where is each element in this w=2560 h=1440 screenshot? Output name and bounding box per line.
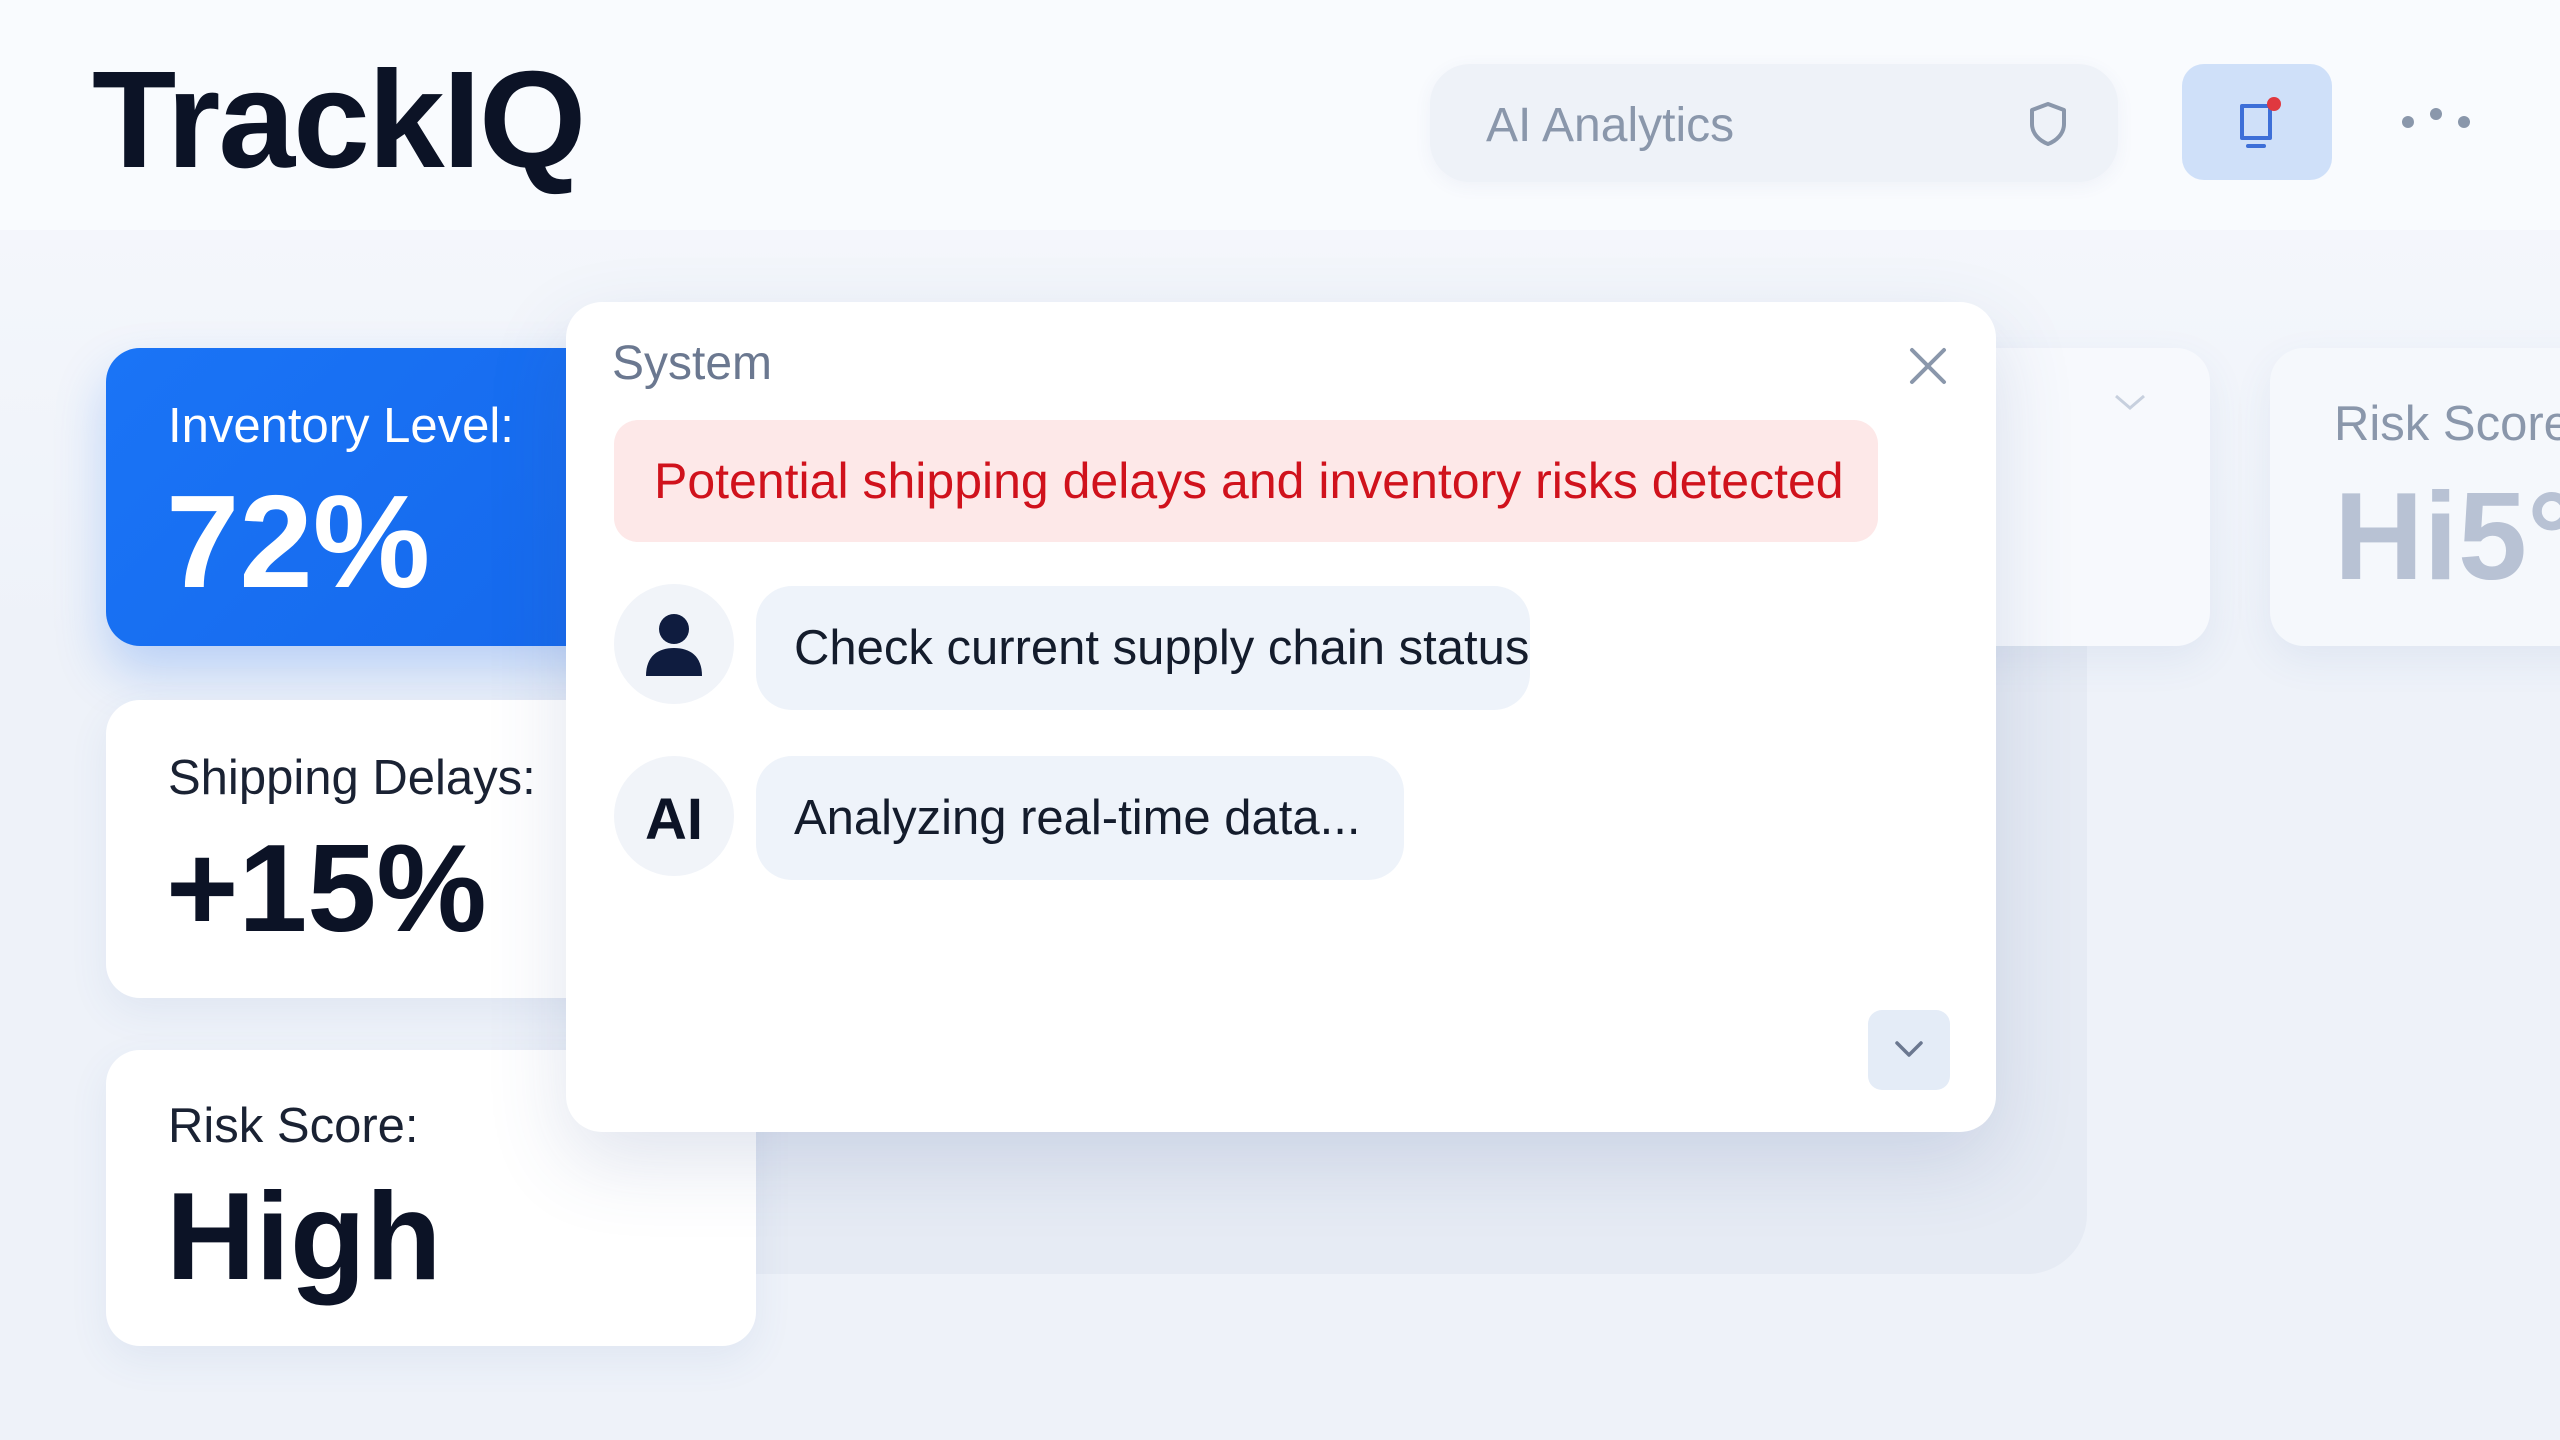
user-avatar (614, 584, 734, 704)
ai-message-text: Analyzing real-time data... (794, 791, 1361, 845)
user-icon (646, 614, 702, 676)
risk-alert-banner: Potential shipping delays and inventory … (614, 420, 1878, 542)
shipping-delays-value: +15% (166, 820, 487, 958)
background-risk-score-value: Hi5° (2334, 468, 2560, 606)
user-message-bubble: Check current supply chain status (756, 586, 1530, 710)
scroll-down-button[interactable] (1868, 1010, 1950, 1090)
user-message-text: Check current supply chain status (794, 621, 1530, 675)
ai-message-bubble: Analyzing real-time data... (756, 756, 1404, 880)
inventory-level-label: Inventory Level: (168, 399, 514, 453)
ai-analytics-search[interactable]: AI Analytics (1430, 64, 2118, 182)
bell-icon (2240, 97, 2281, 148)
chevron-down-icon (2115, 394, 2145, 410)
ai-avatar: AI (614, 756, 734, 876)
background-risk-score-label: Risk Score (2334, 397, 2560, 451)
risk-score-label: Risk Score: (168, 1099, 419, 1153)
search-label: AI Analytics (1486, 99, 1735, 152)
ai-avatar-label: AI (645, 787, 703, 852)
alert-text: Potential shipping delays and inventory … (654, 453, 1844, 509)
header: TrackIQ AI Analytics (0, 0, 2560, 230)
background-risk-score-card[interactable]: Risk Score Hi5° (2270, 348, 2560, 646)
shipping-delays-label: Shipping Delays: (168, 751, 536, 805)
dialog-title: System (612, 337, 773, 390)
shield-icon (2030, 102, 2066, 146)
app-logo: TrackIQ (92, 43, 586, 197)
app-window: TrackIQ AI Analytics Inventory Level: 72… (0, 0, 2560, 1440)
system-dialog: System Potential shipping delays and inv… (566, 302, 1996, 1132)
close-icon[interactable] (1906, 344, 1950, 388)
notifications-button[interactable] (2182, 64, 2332, 180)
risk-score-value: High (166, 1168, 442, 1306)
chevron-down-icon (1895, 1041, 1923, 1057)
inventory-level-value: 72% (166, 468, 431, 615)
more-icon[interactable] (2400, 100, 2472, 144)
